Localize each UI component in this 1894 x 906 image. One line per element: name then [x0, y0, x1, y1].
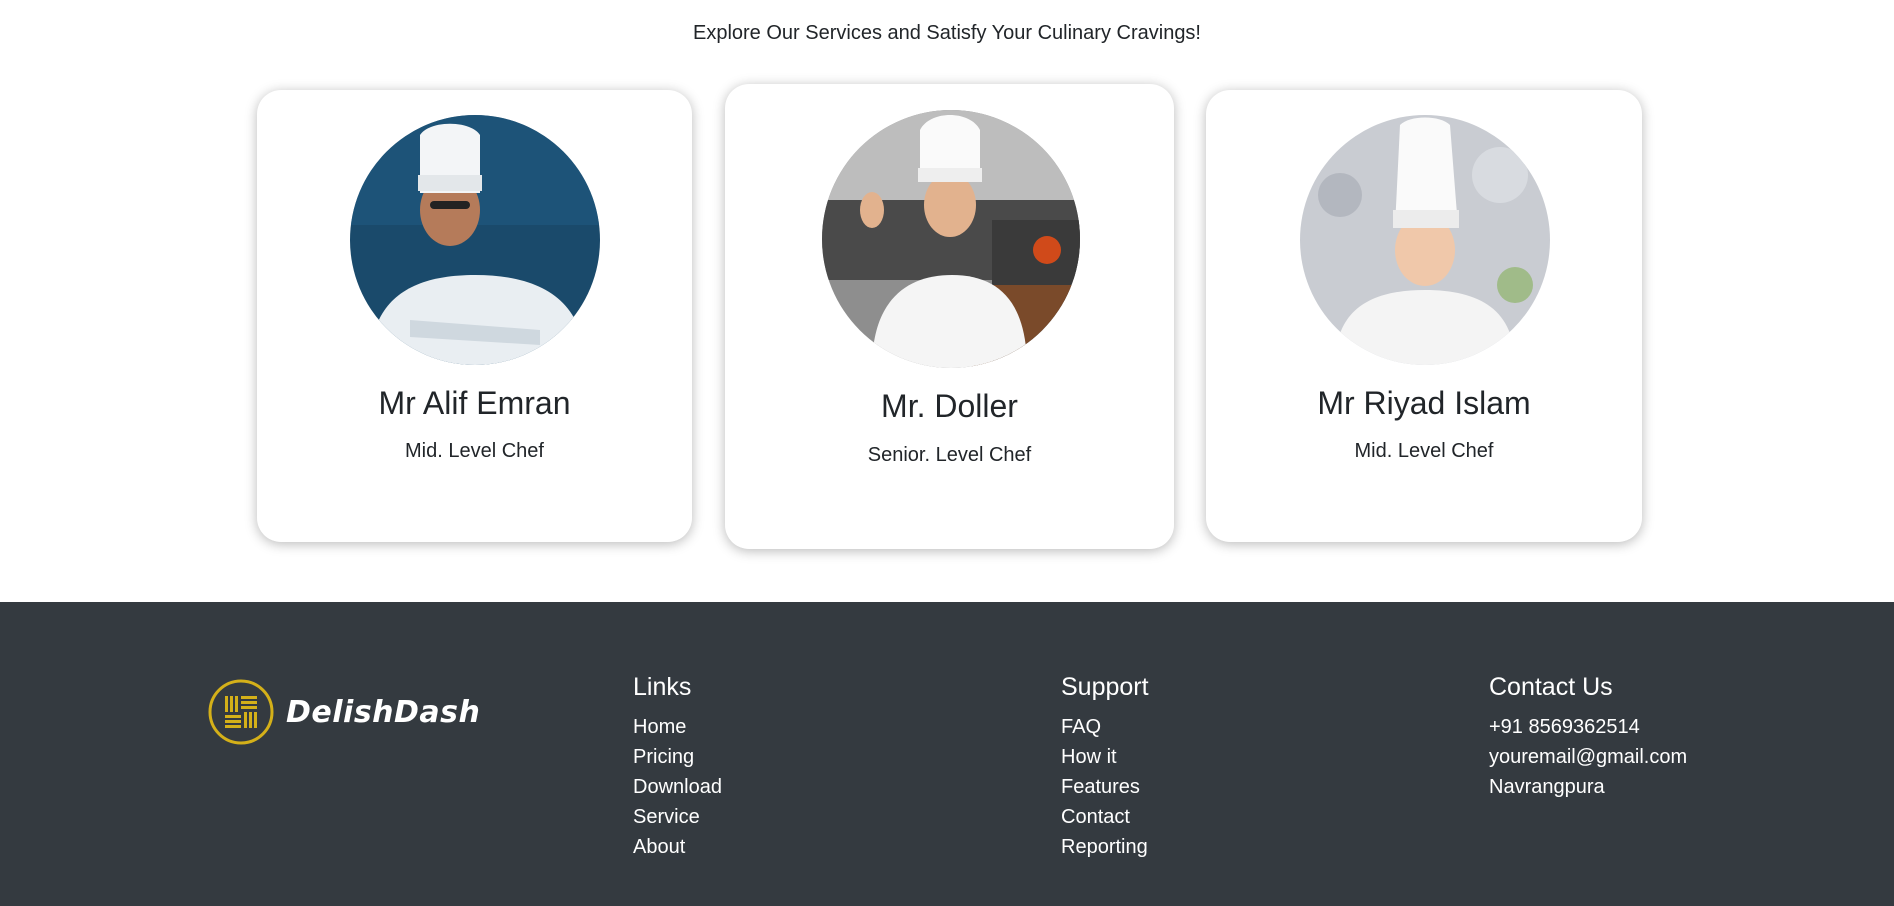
footer-link-reporting[interactable]: Reporting — [1061, 832, 1149, 862]
chef-card: Mr Riyad Islam Mid. Level Chef — [1206, 90, 1642, 542]
brand-logo[interactable]: DelishDash — [208, 679, 480, 745]
brand-name: DelishDash — [286, 694, 481, 730]
chef-card: Mr. Doller Senior. Level Chef — [725, 84, 1174, 549]
chef-photo — [1300, 115, 1550, 365]
services-intro: Explore Our Services and Satisfy Your Cu… — [692, 22, 1201, 44]
footer-link-contact[interactable]: Contact — [1061, 802, 1149, 832]
footer-link-about[interactable]: About — [633, 832, 722, 862]
footer-link-pricing[interactable]: Pricing — [633, 742, 722, 772]
contact-phone: +91 8569362514 — [1489, 716, 1640, 738]
links-heading: Links — [633, 673, 692, 701]
footer-links-column: Links Home Pricing Download Service Abou… — [633, 673, 722, 862]
contact-address: Navrangpura — [1489, 776, 1605, 798]
chef-role: Mid. Level Chef — [1354, 440, 1494, 462]
site-footer: DelishDash Links Home Pricing Download S… — [0, 602, 1894, 906]
chef-photo — [350, 115, 600, 365]
footer-link-features[interactable]: Features — [1061, 772, 1149, 802]
support-heading: Support — [1061, 673, 1149, 701]
chef-photo — [822, 110, 1080, 368]
chef-name: Mr Alif Emran — [378, 385, 571, 421]
footer-contact-column: Contact Us +91 8569362514 youremail@gmai… — [1489, 673, 1687, 802]
footer-link-faq[interactable]: FAQ — [1061, 712, 1149, 742]
footer-support-column: Support FAQ How it Features Contact Repo… — [1061, 673, 1149, 862]
chef-role: Senior. Level Chef — [867, 444, 1032, 466]
footer-link-home[interactable]: Home — [633, 712, 722, 742]
logo-icon — [208, 679, 274, 745]
chef-name: Mr Riyad Islam — [1317, 385, 1531, 421]
chef-role: Mid. Level Chef — [405, 440, 544, 462]
chef-name: Mr. Doller — [881, 388, 1018, 424]
footer-link-service[interactable]: Service — [633, 802, 722, 832]
chef-card: Mr Alif Emran Mid. Level Chef — [257, 90, 692, 542]
contact-email[interactable]: youremail@gmail.com — [1489, 742, 1687, 772]
footer-link-download[interactable]: Download — [633, 772, 722, 802]
contact-heading: Contact Us — [1489, 673, 1613, 701]
footer-link-how-it[interactable]: How it — [1061, 742, 1149, 772]
